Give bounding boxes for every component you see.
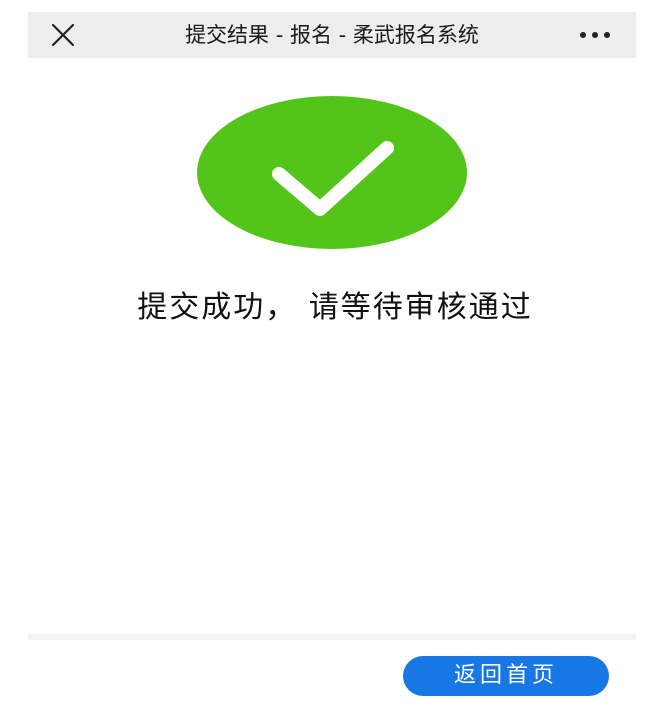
top-navigation-bar: 提交结果 - 报名 - 柔武报名系统 xyxy=(28,12,636,58)
close-icon[interactable] xyxy=(50,22,76,48)
result-message: 提交成功， 请等待审核通过 xyxy=(137,290,533,325)
check-icon xyxy=(272,141,394,216)
submit-result-screen: 提交结果 - 报名 - 柔武报名系统 提交成功， 请等待审核通过 返回首页 xyxy=(0,0,670,706)
return-home-button[interactable]: 返回首页 xyxy=(403,656,609,696)
more-icon[interactable] xyxy=(576,22,614,48)
success-indicator xyxy=(197,96,467,249)
page-title: 提交结果 - 报名 - 柔武报名系统 xyxy=(185,23,479,47)
